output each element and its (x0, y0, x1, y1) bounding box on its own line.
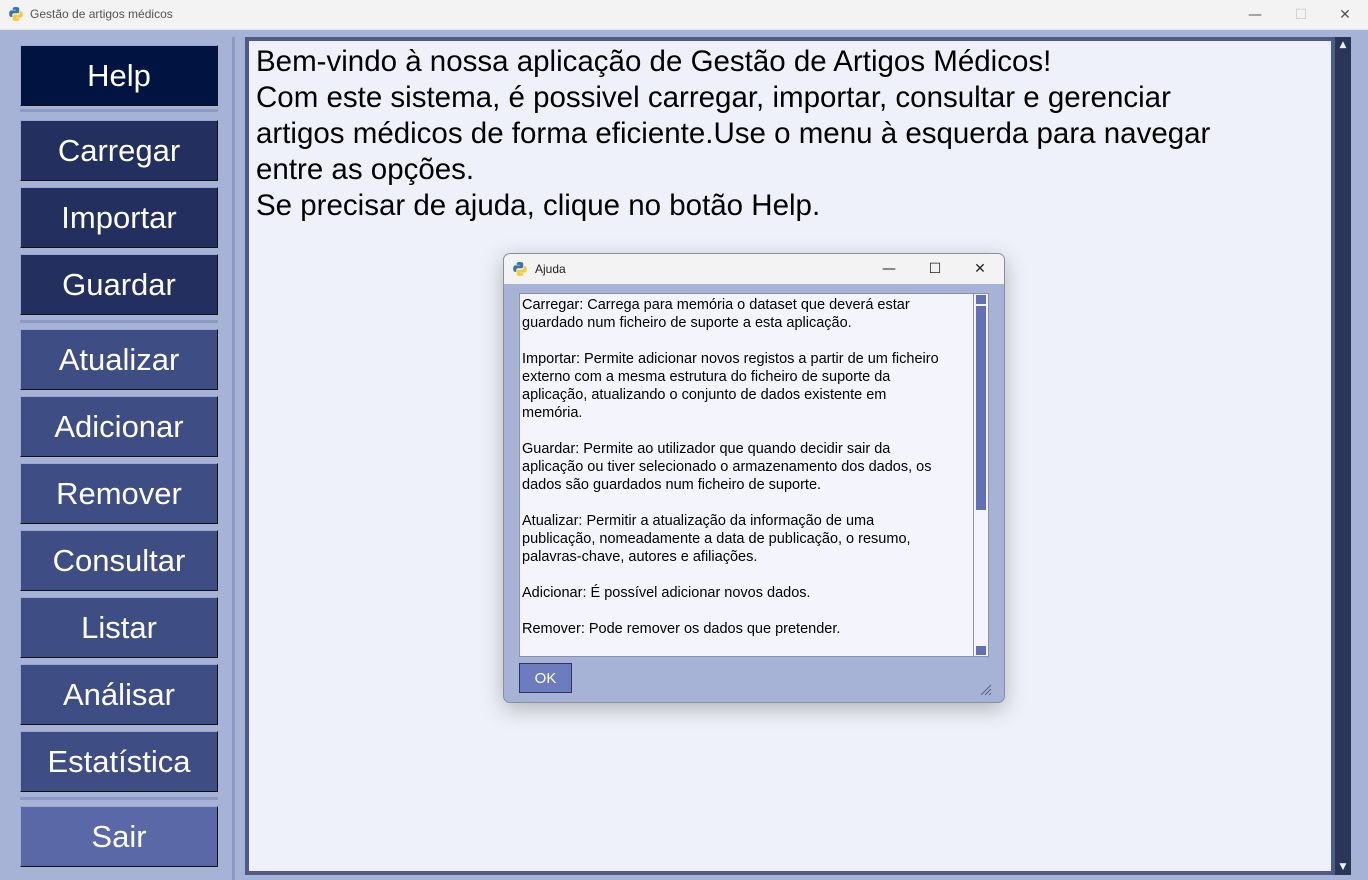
importar-button[interactable]: Importar (20, 187, 218, 248)
help-scrollbar[interactable] (973, 293, 989, 657)
dialog-maximize-button[interactable]: ☐ (915, 254, 955, 284)
welcome-text: Bem-vindo à nossa aplicação de Gestão de… (256, 45, 1211, 222)
guardar-button[interactable]: Guardar (20, 254, 218, 315)
scroll-down-icon[interactable]: ▼ (1336, 860, 1350, 874)
close-button[interactable]: ✕ (1322, 0, 1368, 29)
sidebar-divider (232, 37, 235, 880)
sair-button[interactable]: Sair (20, 806, 218, 867)
consultar-button[interactable]: Consultar (20, 530, 218, 591)
window-title-bar: Gestão de artigos médicos — ☐ ✕ (0, 0, 1368, 30)
dialog-close-button[interactable]: ✕ (960, 254, 1000, 284)
atualizar-button[interactable]: Atualizar (20, 329, 218, 390)
scroll-up-icon[interactable]: ▲ (1336, 38, 1350, 52)
scroll-down-icon[interactable] (976, 646, 986, 655)
estatistica-button[interactable]: Estatística (20, 731, 218, 792)
separator (20, 109, 218, 112)
remover-button[interactable]: Remover (20, 463, 218, 524)
resize-grip-icon[interactable] (978, 682, 992, 696)
main-scrollbar[interactable]: ▲ ▼ (1335, 37, 1351, 875)
help-dialog: Ajuda — ☐ ✕ Carregar: Carrega para memór… (503, 253, 1005, 703)
dialog-title: Ajuda (535, 262, 566, 276)
minimize-button[interactable]: — (1232, 0, 1278, 29)
help-text: Carregar: Carrega para memória o dataset… (522, 297, 939, 637)
help-text-box[interactable]: Carregar: Carrega para memória o dataset… (519, 293, 974, 657)
ok-button[interactable]: OK (519, 663, 572, 693)
python-app-icon (9, 7, 23, 21)
python-app-icon (513, 262, 527, 276)
adicionar-button[interactable]: Adicionar (20, 396, 218, 457)
separator (20, 797, 218, 800)
window-title: Gestão de artigos médicos (30, 7, 173, 21)
scroll-thumb[interactable] (976, 306, 986, 510)
analisar-button[interactable]: Análisar (20, 664, 218, 725)
separator (20, 320, 218, 323)
listar-button[interactable]: Listar (20, 597, 218, 658)
sidebar: Help Carregar Importar Guardar Atualizar… (0, 30, 236, 880)
scroll-up-icon[interactable] (976, 295, 986, 304)
maximize-button[interactable]: ☐ (1278, 0, 1324, 29)
carregar-button[interactable]: Carregar (20, 120, 218, 181)
help-button[interactable]: Help (20, 45, 218, 106)
dialog-minimize-button[interactable]: — (869, 254, 909, 284)
dialog-title-bar: Ajuda — ☐ ✕ (504, 254, 1004, 284)
